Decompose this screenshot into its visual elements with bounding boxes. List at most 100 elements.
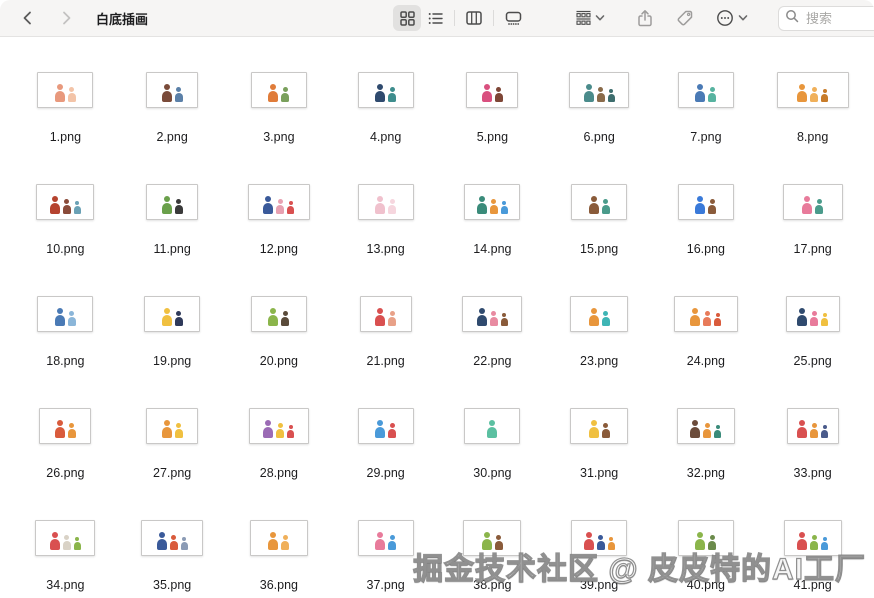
file-item[interactable]: 25.png: [759, 296, 866, 408]
file-name-label[interactable]: 38.png: [473, 578, 511, 592]
file-name-label[interactable]: 3.png: [263, 130, 294, 144]
file-name-label[interactable]: 10.png: [46, 242, 84, 256]
file-item[interactable]: 1.png: [12, 72, 119, 184]
file-name-label[interactable]: 14.png: [473, 242, 511, 256]
file-item[interactable]: 18.png: [12, 296, 119, 408]
file-name-label[interactable]: 6.png: [583, 130, 614, 144]
file-item[interactable]: 35.png: [119, 520, 226, 598]
file-thumbnail[interactable]: [464, 408, 521, 444]
file-name-label[interactable]: 24.png: [687, 354, 725, 368]
more-options-button[interactable]: [711, 5, 752, 31]
file-name-label[interactable]: 36.png: [260, 578, 298, 592]
file-thumbnail[interactable]: [676, 408, 735, 444]
file-thumbnail[interactable]: [463, 520, 522, 556]
file-thumbnail[interactable]: [37, 296, 94, 332]
file-name-label[interactable]: 21.png: [367, 354, 405, 368]
view-gallery-button[interactable]: [499, 5, 527, 31]
file-item[interactable]: 7.png: [653, 72, 760, 184]
file-item[interactable]: 20.png: [226, 296, 333, 408]
file-item[interactable]: 40.png: [653, 520, 760, 598]
file-thumbnail[interactable]: [357, 408, 414, 444]
view-columns-button[interactable]: [460, 5, 488, 31]
file-name-label[interactable]: 15.png: [580, 242, 618, 256]
file-name-label[interactable]: 17.png: [794, 242, 832, 256]
file-name-label[interactable]: 41.png: [794, 578, 832, 592]
file-name-label[interactable]: 37.png: [367, 578, 405, 592]
file-name-label[interactable]: 25.png: [794, 354, 832, 368]
file-item[interactable]: 38.png: [439, 520, 546, 598]
file-thumbnail[interactable]: [357, 184, 414, 220]
tags-button[interactable]: [671, 5, 699, 31]
file-name-label[interactable]: 30.png: [473, 466, 511, 480]
file-thumbnail[interactable]: [466, 72, 519, 108]
view-grid-button[interactable]: [393, 5, 421, 31]
file-thumbnail[interactable]: [782, 184, 843, 220]
file-item[interactable]: 27.png: [119, 408, 226, 520]
file-name-label[interactable]: 2.png: [156, 130, 187, 144]
file-item[interactable]: 5.png: [439, 72, 546, 184]
file-thumbnail[interactable]: [786, 408, 839, 444]
file-name-label[interactable]: 34.png: [46, 578, 84, 592]
file-name-label[interactable]: 20.png: [260, 354, 298, 368]
file-item[interactable]: 26.png: [12, 408, 119, 520]
file-item[interactable]: 22.png: [439, 296, 546, 408]
file-thumbnail[interactable]: [357, 520, 414, 556]
file-name-label[interactable]: 4.png: [370, 130, 401, 144]
file-name-label[interactable]: 40.png: [687, 578, 725, 592]
file-thumbnail[interactable]: [570, 296, 629, 332]
file-name-label[interactable]: 27.png: [153, 466, 191, 480]
file-thumbnail[interactable]: [569, 72, 630, 108]
file-thumbnail[interactable]: [144, 296, 201, 332]
file-name-label[interactable]: 31.png: [580, 466, 618, 480]
file-thumbnail[interactable]: [250, 72, 307, 108]
search-input[interactable]: [804, 9, 874, 27]
file-item[interactable]: 14.png: [439, 184, 546, 296]
file-item[interactable]: 31.png: [546, 408, 653, 520]
file-name-label[interactable]: 11.png: [153, 242, 190, 256]
file-name-label[interactable]: 32.png: [687, 466, 725, 480]
file-name-label[interactable]: 28.png: [260, 466, 298, 480]
file-thumbnail[interactable]: [146, 72, 199, 108]
file-item[interactable]: 17.png: [759, 184, 866, 296]
file-item[interactable]: 24.png: [653, 296, 760, 408]
file-item[interactable]: 11.png: [119, 184, 226, 296]
file-name-label[interactable]: 26.png: [46, 466, 84, 480]
forward-button[interactable]: [52, 5, 80, 31]
file-thumbnail[interactable]: [35, 520, 96, 556]
file-thumbnail[interactable]: [146, 184, 199, 220]
file-name-label[interactable]: 39.png: [580, 578, 618, 592]
file-name-label[interactable]: 16.png: [687, 242, 725, 256]
file-item[interactable]: 21.png: [332, 296, 439, 408]
file-name-label[interactable]: 23.png: [580, 354, 618, 368]
file-item[interactable]: 28.png: [226, 408, 333, 520]
file-name-label[interactable]: 8.png: [797, 130, 828, 144]
file-thumbnail[interactable]: [673, 296, 738, 332]
file-item[interactable]: 4.png: [332, 72, 439, 184]
file-name-label[interactable]: 12.png: [260, 242, 298, 256]
file-item[interactable]: 16.png: [653, 184, 760, 296]
file-name-label[interactable]: 29.png: [367, 466, 405, 480]
file-item[interactable]: 37.png: [332, 520, 439, 598]
file-thumbnail[interactable]: [462, 296, 523, 332]
file-name-label[interactable]: 19.png: [153, 354, 191, 368]
file-name-label[interactable]: 13.png: [367, 242, 405, 256]
file-thumbnail[interactable]: [249, 520, 308, 556]
file-thumbnail[interactable]: [783, 520, 842, 556]
file-item[interactable]: 13.png: [332, 184, 439, 296]
file-thumbnail[interactable]: [36, 184, 95, 220]
share-button[interactable]: [631, 5, 659, 31]
file-name-label[interactable]: 18.png: [46, 354, 84, 368]
file-thumbnail[interactable]: [570, 408, 629, 444]
file-thumbnail[interactable]: [677, 184, 734, 220]
file-item[interactable]: 10.png: [12, 184, 119, 296]
file-item[interactable]: 30.png: [439, 408, 546, 520]
file-thumbnail[interactable]: [146, 408, 199, 444]
file-thumbnail[interactable]: [141, 520, 204, 556]
group-by-button[interactable]: [571, 5, 609, 31]
file-item[interactable]: 36.png: [226, 520, 333, 598]
file-item[interactable]: 41.png: [759, 520, 866, 598]
file-thumbnail[interactable]: [464, 184, 521, 220]
file-name-label[interactable]: 35.png: [153, 578, 191, 592]
file-thumbnail[interactable]: [37, 72, 94, 108]
file-item[interactable]: 2.png: [119, 72, 226, 184]
